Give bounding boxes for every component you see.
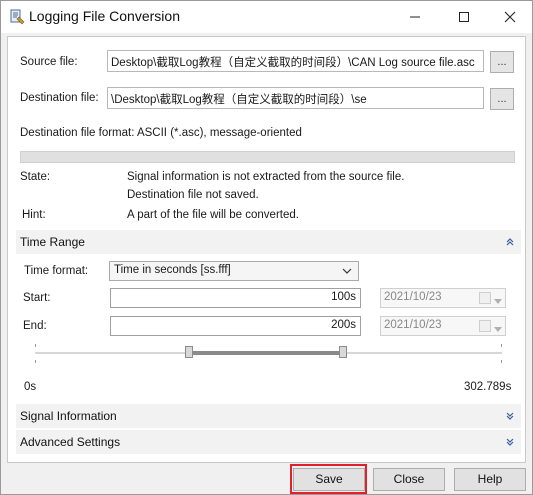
dropdown-arrow-icon[interactable] — [494, 295, 502, 307]
expand-chevron-icon[interactable] — [505, 410, 515, 422]
selected-range-bar — [189, 351, 344, 355]
destination-file-input[interactable]: \Desktop\截取Log教程（自定义截取的时间段）\se — [107, 87, 484, 109]
signal-information-header[interactable]: Signal Information — [16, 404, 521, 428]
chevron-down-icon — [342, 266, 352, 278]
source-file-label: Source file: — [20, 56, 78, 68]
range-start-handle[interactable] — [185, 346, 194, 358]
conversion-window: Logging File Conversion Source file: Des… — [0, 0, 533, 495]
close-button[interactable]: Close — [373, 468, 445, 491]
end-time-input[interactable]: 200s — [110, 316, 361, 336]
time-format-select[interactable]: Time in seconds [ss.fff] — [109, 261, 359, 281]
destination-browse-button[interactable]: ... — [490, 88, 514, 110]
maximize-icon[interactable] — [441, 1, 487, 33]
expand-chevron-icon[interactable] — [505, 436, 515, 448]
state-label: State: — [20, 171, 51, 183]
main-panel: Source file: Desktop\截取Log教程（自定义截取的时间段）\… — [7, 36, 526, 463]
slider-tick — [501, 360, 502, 363]
end-date-checkbox[interactable] — [479, 320, 491, 332]
slider-tick — [35, 360, 36, 363]
advanced-settings-title: Advanced Settings — [20, 435, 121, 449]
hint-message: A part of the file will be converted. — [127, 209, 299, 221]
app-icon — [9, 9, 25, 25]
state-message-2: Destination file not saved. — [127, 189, 259, 201]
collapse-chevron-icon[interactable] — [505, 236, 515, 248]
destination-format-text: Destination file format: ASCII (*.asc), … — [20, 127, 302, 139]
advanced-settings-header[interactable]: Advanced Settings — [16, 430, 521, 454]
signal-information-title: Signal Information — [20, 409, 117, 423]
state-message-1: Signal information is not extracted from… — [127, 171, 405, 183]
start-time-input[interactable]: 100s — [110, 288, 361, 308]
conversion-progress-bar — [20, 151, 515, 163]
minimize-icon[interactable] — [392, 1, 438, 33]
start-date-checkbox[interactable] — [479, 292, 491, 304]
source-file-input[interactable]: Desktop\截取Log教程（自定义截取的时间段）\CAN Log sourc… — [107, 50, 484, 72]
hint-label: Hint: — [22, 209, 46, 221]
dropdown-arrow-icon[interactable] — [494, 323, 502, 335]
time-format-label: Time format: — [24, 265, 89, 277]
source-browse-button[interactable]: ... — [490, 51, 514, 73]
save-button[interactable]: Save — [293, 468, 365, 491]
time-range-title: Time Range — [20, 235, 85, 249]
time-range-header[interactable]: Time Range — [16, 230, 521, 254]
close-icon[interactable] — [487, 1, 533, 33]
range-end-handle[interactable] — [339, 346, 348, 358]
title-bar[interactable]: Logging File Conversion — [1, 1, 532, 33]
window-title: Logging File Conversion — [29, 8, 180, 24]
end-label: End: — [23, 320, 47, 332]
slider-tick — [501, 344, 502, 347]
help-button[interactable]: Help — [454, 468, 526, 491]
range-min-label: 0s — [24, 381, 37, 393]
range-max-label: 302.789s — [464, 381, 512, 393]
slider-tick — [35, 344, 36, 347]
start-date-picker[interactable]: 2021/10/23 — [380, 288, 506, 308]
end-date-picker[interactable]: 2021/10/23 — [380, 316, 506, 336]
destination-file-label: Destination file: — [20, 92, 99, 104]
start-label: Start: — [23, 292, 51, 304]
